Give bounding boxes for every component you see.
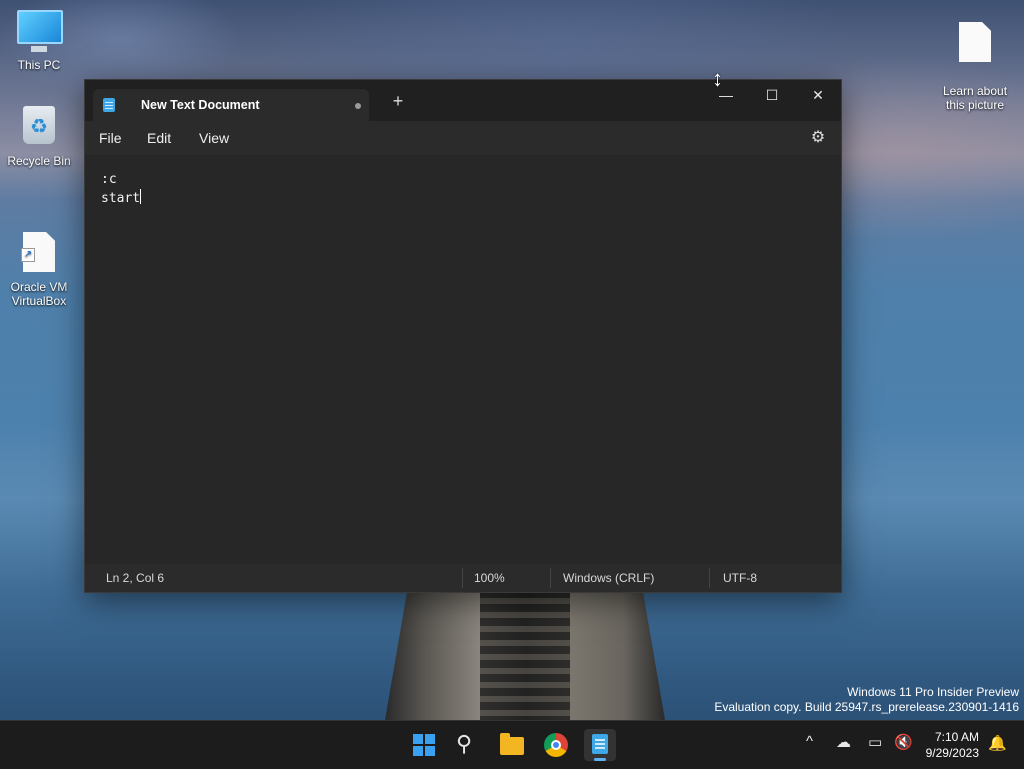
- chrome-icon: [544, 733, 568, 757]
- notepad-window[interactable]: New Text Document + — ☐ ✕ File Edit View…: [84, 79, 842, 593]
- resize-cursor-icon: ↕: [712, 66, 723, 91]
- desktop-icon-recycle-bin[interactable]: Recycle Bin: [1, 106, 77, 168]
- onedrive-icon[interactable]: ☁: [836, 733, 851, 751]
- close-button[interactable]: ✕: [795, 80, 841, 110]
- status-line-ending[interactable]: Windows (CRLF): [563, 571, 654, 585]
- menu-bar: File Edit View ⚙: [85, 121, 841, 155]
- status-cursor-position: Ln 2, Col 6: [106, 571, 165, 585]
- windows-watermark: Windows 11 Pro Insider Preview Evaluatio…: [714, 685, 1019, 715]
- menu-file[interactable]: File: [99, 130, 122, 146]
- status-zoom[interactable]: 100%: [474, 571, 505, 585]
- network-icon[interactable]: ▭: [868, 733, 882, 751]
- windows-logo-icon: [413, 734, 435, 756]
- editor-line-2: start: [101, 191, 141, 206]
- title-bar[interactable]: New Text Document + — ☐ ✕: [85, 80, 841, 121]
- chrome-button[interactable]: [540, 729, 572, 761]
- recycle-bin-icon: [17, 106, 61, 150]
- search-icon: ⚲: [456, 731, 473, 756]
- taskbar: ⚲ ^ ☁ ▭ 🔇 7:10 AM 9/29/2023 🔔: [0, 720, 1024, 769]
- clock[interactable]: 7:10 AM 9/29/2023: [926, 729, 979, 761]
- notepad-icon: [592, 734, 608, 754]
- wallpaper-pier: [385, 590, 665, 720]
- volume-muted-icon[interactable]: 🔇: [894, 733, 913, 751]
- watermark-line-2: Evaluation copy. Build 25947.rs_prerelea…: [714, 700, 1019, 714]
- desktop-icon-label: This PC: [17, 58, 61, 72]
- desktop-icon-this-pc[interactable]: This PC: [1, 10, 77, 72]
- editor-line-1: :c: [101, 172, 117, 187]
- this-pc-icon: [17, 10, 63, 54]
- search-button[interactable]: ⚲: [452, 729, 484, 761]
- unsaved-dot-icon[interactable]: [355, 103, 361, 109]
- file-explorer-button[interactable]: [496, 729, 528, 761]
- editor-content[interactable]: :c start: [101, 171, 142, 208]
- desktop-icon-virtualbox[interactable]: ↗ Oracle VM VirtualBox: [1, 204, 77, 322]
- tab-title: New Text Document: [141, 98, 260, 112]
- notepad-icon: [103, 98, 115, 112]
- virtualbox-shortcut-icon: ↗: [17, 218, 61, 272]
- desktop-icon-label: Recycle Bin: [7, 154, 71, 168]
- menu-view[interactable]: View: [199, 130, 229, 146]
- watermark-line-1: Windows 11 Pro Insider Preview: [847, 685, 1019, 699]
- gear-icon[interactable]: ⚙: [809, 129, 827, 147]
- folder-icon: [500, 733, 524, 755]
- tab-new-text-document[interactable]: New Text Document: [93, 89, 369, 121]
- notepad-taskbar-button[interactable]: [584, 729, 616, 761]
- menu-edit[interactable]: Edit: [147, 130, 171, 146]
- show-hidden-icons-chevron[interactable]: ^: [806, 733, 813, 750]
- maximize-button[interactable]: ☐: [749, 80, 795, 110]
- desktop-icon-learn-about-picture[interactable]: Learn about this picture: [937, 8, 1013, 126]
- new-tab-button[interactable]: +: [386, 89, 410, 113]
- clock-time: 7:10 AM: [934, 730, 979, 744]
- desktop-icon-label: Learn about this picture: [942, 84, 1008, 112]
- notification-bell-icon[interactable]: 🔔: [988, 734, 1007, 752]
- clock-date: 9/29/2023: [925, 746, 979, 760]
- text-caret: [140, 189, 142, 204]
- status-encoding[interactable]: UTF-8: [723, 571, 757, 585]
- text-editor[interactable]: :c start: [85, 155, 841, 564]
- status-bar: Ln 2, Col 6 100% Windows (CRLF) UTF-8: [85, 564, 841, 592]
- start-button[interactable]: [408, 729, 440, 761]
- document-icon: [953, 22, 997, 66]
- minimize-button[interactable]: —: [703, 80, 749, 110]
